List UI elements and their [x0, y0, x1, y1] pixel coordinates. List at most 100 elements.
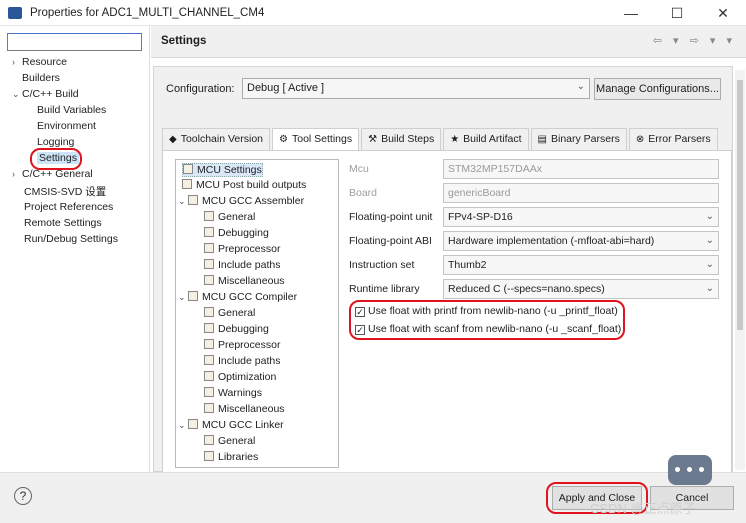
tab-build-steps[interactable]: ⚒ Build Steps [361, 128, 442, 150]
checkmark-icon[interactable]: ✓ [355, 325, 365, 335]
hammer-icon: ⚒ [368, 134, 378, 145]
tree-item-asm-general[interactable]: General [204, 211, 255, 223]
tab-toolchain-version[interactable]: ◆ Toolchain Version [162, 128, 271, 150]
settings-page-icon [204, 259, 214, 269]
tool-icon [188, 195, 198, 205]
abi-select[interactable]: Hardware implementation (-mfloat-abi=har… [443, 231, 719, 251]
board-label: Board [349, 187, 378, 199]
fpu-select[interactable]: FPv4-SP-D16 ⌄ [443, 207, 719, 227]
scanf-float-checkbox[interactable]: ✓ Use float with scanf from newlib-nano (… [355, 323, 621, 335]
tab-build-artifact[interactable]: ★ Build Artifact [443, 128, 529, 150]
settings-page-icon [204, 339, 214, 349]
tree-item-cc-optimization[interactable]: Optimization [204, 371, 276, 383]
settings-page-icon [182, 179, 192, 189]
tree-item-settings[interactable]: Settings [37, 152, 79, 164]
settings-page-icon [204, 451, 214, 461]
board-field: genericBoard [443, 183, 719, 203]
tree-item-cc-general[interactable]: General [204, 307, 255, 319]
settings-page-icon [204, 275, 214, 285]
tree-item-cc-debugging[interactable]: Debugging [204, 323, 269, 335]
tree-item-cmsis-svd[interactable]: CMSIS-SVD 设置 [24, 184, 106, 199]
tree-item-project-references[interactable]: Project References [24, 201, 113, 213]
checkmark-icon[interactable]: ✓ [355, 307, 365, 317]
configuration-label: Configuration: [166, 83, 235, 95]
runtime-library-select[interactable]: Reduced C (--specs=nano.specs) ⌄ [443, 279, 719, 299]
mcu-field: STM32MP157DAAx [443, 159, 719, 179]
settings-page-icon [204, 211, 214, 221]
minimize-button[interactable]: — [608, 0, 654, 26]
tool-icon [188, 419, 198, 429]
tree-item-gcc-linker[interactable]: ⌄ MCU GCC Linker [178, 419, 284, 431]
runtime-library-label: Runtime library [349, 283, 420, 295]
tree-item-cc-preprocessor[interactable]: Preprocessor [204, 339, 280, 351]
instruction-set-select[interactable]: Thumb2 ⌄ [443, 255, 719, 275]
settings-page-icon [183, 164, 193, 174]
watermark: CSDN @正点原子 [590, 501, 696, 516]
tree-item-gcc-assembler[interactable]: ⌄ MCU GCC Assembler [178, 195, 304, 207]
tree-item-asm-miscellaneous[interactable]: Miscellaneous [204, 275, 285, 287]
nav-arrows-icon[interactable]: ⇦ ▾ ⇨ ▾ ▾ [653, 34, 736, 47]
tool-icon [188, 291, 198, 301]
tree-item-cpp-general[interactable]: › C/C++ General [12, 168, 93, 180]
tree-item-mcu-settings[interactable]: MCU Settings [182, 163, 263, 177]
tree-item-build-variables[interactable]: Build Variables [37, 104, 106, 116]
toolchain-icon: ◆ [169, 134, 177, 145]
settings-page-icon [204, 355, 214, 365]
tab-binary-parsers[interactable]: ▤ Binary Parsers [530, 128, 627, 150]
chevron-down-icon[interactable]: ⌄ [178, 292, 188, 303]
manage-configurations-button[interactable]: Manage Configurations... [594, 78, 721, 100]
tree-item-cc-miscellaneous[interactable]: Miscellaneous [204, 403, 285, 415]
chevron-down-icon: ⌄ [576, 81, 585, 92]
tree-item-remote-settings[interactable]: Remote Settings [24, 217, 102, 229]
settings-page-icon [204, 227, 214, 237]
tree-item-ld-general[interactable]: General [204, 435, 255, 447]
tree-item-gcc-compiler[interactable]: ⌄ MCU GCC Compiler [178, 291, 297, 303]
tool-settings-tree: MCU Settings MCU Post build outputs ⌄ MCU… [175, 159, 339, 468]
abi-label: Floating-point ABI [349, 235, 432, 247]
tree-item-asm-preprocessor[interactable]: Preprocessor [204, 243, 280, 255]
gear-icon: ⚙ [279, 134, 288, 145]
settings-page-icon [204, 323, 214, 333]
tree-item-environment[interactable]: Environment [37, 120, 96, 132]
chevron-down-icon[interactable]: ⌄ [178, 420, 188, 431]
chat-bubble-icon [668, 455, 712, 485]
tree-item-cpp-build[interactable]: ⌄ C/C++ Build [12, 88, 79, 100]
chevron-right-icon[interactable]: › [12, 57, 22, 67]
configuration-select[interactable]: Debug [ Active ] ⌄ [242, 78, 590, 99]
chevron-down-icon[interactable]: ⌄ [12, 89, 22, 100]
chevron-right-icon[interactable]: › [12, 169, 22, 179]
help-icon[interactable]: ? [14, 487, 32, 505]
close-button[interactable]: ✕ [700, 0, 746, 26]
tree-item-logging[interactable]: Logging [37, 136, 74, 148]
chevron-down-icon[interactable]: ⌄ [178, 196, 188, 207]
tree-item-builders[interactable]: Builders [22, 72, 60, 84]
tree-item-run-debug-settings[interactable]: Run/Debug Settings [24, 233, 118, 245]
settings-tabs: ◆ Toolchain Version ⚙ Tool Settings ⚒ Build… [162, 128, 720, 150]
printf-float-checkbox[interactable]: ✓ Use float with printf from newlib-nano … [355, 305, 618, 317]
tree-item-mcu-post-build[interactable]: MCU Post build outputs [182, 179, 306, 191]
tree-item-ld-libraries[interactable]: Libraries [204, 451, 258, 463]
tree-item-resource[interactable]: › Resource [12, 56, 67, 68]
window-title: Properties for ADC1_MULTI_CHANNEL_CM4 [30, 6, 265, 19]
chevron-down-icon: ⌄ [705, 211, 714, 222]
tree-item-cc-include-paths[interactable]: Include paths [204, 355, 280, 367]
fpu-label: Floating-point unit [349, 211, 433, 223]
tree-item-asm-debugging[interactable]: Debugging [204, 227, 269, 239]
trophy-icon: ★ [450, 134, 460, 145]
tab-error-parsers[interactable]: ⊗ Error Parsers [628, 128, 718, 150]
tree-item-asm-include-paths[interactable]: Include paths [204, 259, 280, 271]
mcu-label: Mcu [349, 163, 369, 175]
maximize-button[interactable]: ☐ [654, 0, 700, 26]
filter-input[interactable] [7, 33, 142, 51]
property-pages-tree: › Resource Builders ⌄ C/C++ Build Build Va… [0, 26, 150, 472]
error-icon: ⊗ [635, 134, 645, 145]
scrollbar-thumb[interactable] [737, 80, 743, 330]
vertical-scrollbar[interactable] [735, 70, 745, 470]
chevron-down-icon: ⌄ [705, 259, 714, 270]
tab-tool-settings[interactable]: ⚙ Tool Settings [272, 128, 360, 150]
settings-page-icon [204, 307, 214, 317]
tool-settings-body: MCU Settings MCU Post build outputs ⌄ MCU… [162, 150, 732, 473]
app-icon [8, 6, 22, 19]
tree-item-cc-warnings[interactable]: Warnings [204, 387, 262, 399]
settings-page-icon [204, 243, 214, 253]
